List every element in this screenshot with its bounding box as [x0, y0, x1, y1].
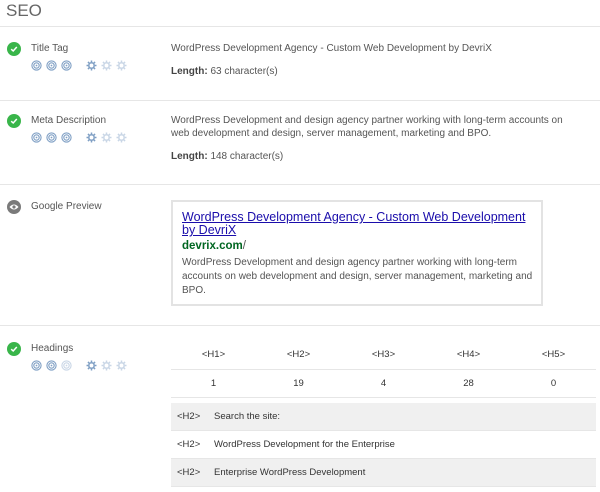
target-icon — [61, 60, 72, 71]
count-h1: 1 — [171, 369, 256, 398]
target-icon — [61, 360, 72, 371]
length-value: 148 character(s) — [210, 151, 284, 162]
headings-count-row: 1 19 4 28 0 — [171, 369, 596, 398]
check-circle-icon — [7, 114, 21, 128]
list-item: <H2> Enterprise WordPress Development — [171, 459, 596, 487]
count-h2: 19 — [256, 369, 341, 398]
meta-description-label: Meta Description — [31, 115, 107, 126]
column-header-h4: <H4> — [426, 341, 511, 370]
preview-url-domain: devrix.com — [182, 240, 243, 252]
heading-tag: <H2> — [177, 439, 201, 450]
column-header-h5: <H5> — [511, 341, 596, 370]
title-tag-label: Title Tag — [31, 43, 69, 54]
gear-icon — [116, 60, 127, 71]
gear-icon — [101, 132, 112, 143]
meta-description-length: Length: 148 character(s) — [171, 151, 283, 162]
list-item: <H2> WordPress Development for the Enter… — [171, 431, 596, 459]
column-header-h3: <H3> — [341, 341, 426, 370]
google-preview-label: Google Preview — [31, 201, 102, 212]
headings-rating — [31, 360, 131, 371]
check-circle-icon — [7, 342, 21, 356]
headings-count-table: <H1> <H2> <H3> <H4> <H5> 1 19 4 28 0 — [171, 341, 596, 398]
preview-title-link[interactable]: WordPress Development Agency - Custom We… — [182, 211, 534, 237]
target-icon — [31, 132, 42, 143]
headings-list: <H2> Search the site: <H2> WordPress Dev… — [171, 403, 596, 487]
title-tag-rating — [31, 60, 131, 71]
eye-icon — [7, 200, 21, 214]
preview-url-path: / — [242, 240, 246, 252]
gear-icon — [86, 60, 97, 71]
heading-tag: <H2> — [177, 411, 201, 422]
title-tag-value: WordPress Development Agency - Custom We… — [171, 43, 492, 54]
meta-description-rating — [31, 132, 131, 143]
headings-label: Headings — [31, 343, 74, 354]
section-title: SEO — [6, 1, 42, 20]
title-tag-length: Length: 63 character(s) — [171, 66, 278, 77]
gear-icon — [101, 60, 112, 71]
preview-url: devrix.com/ — [182, 240, 246, 252]
heading-text: Search the site: — [214, 411, 281, 422]
target-icon — [46, 60, 57, 71]
seo-section-header: SEO — [0, 0, 600, 27]
gear-icon — [101, 360, 112, 371]
check-circle-icon — [7, 42, 21, 56]
length-label: Length: — [171, 66, 208, 77]
length-value: 63 character(s) — [210, 66, 278, 77]
meta-description-row: Meta Description WordPress Development a… — [0, 101, 600, 185]
heading-tag: <H2> — [177, 467, 201, 478]
meta-description-value: WordPress Development and design agency … — [171, 115, 563, 139]
target-icon — [46, 132, 57, 143]
gear-icon — [116, 132, 127, 143]
count-h5: 0 — [511, 369, 596, 398]
google-preview-card: WordPress Development Agency - Custom We… — [171, 200, 543, 306]
heading-text: Enterprise WordPress Development — [214, 467, 366, 478]
target-icon — [46, 360, 57, 371]
column-header-h1: <H1> — [171, 341, 256, 370]
gear-icon — [86, 360, 97, 371]
preview-description: WordPress Development and design agency … — [182, 257, 533, 296]
headings-header-row: <H1> <H2> <H3> <H4> <H5> — [171, 341, 596, 370]
gear-icon — [116, 360, 127, 371]
target-icon — [31, 60, 42, 71]
gear-icon — [86, 132, 97, 143]
count-h3: 4 — [341, 369, 426, 398]
target-icon — [61, 132, 72, 143]
count-h4: 28 — [426, 369, 511, 398]
title-tag-row: Title Tag WordPress Development Agency -… — [0, 27, 600, 101]
length-label: Length: — [171, 151, 208, 162]
heading-text: WordPress Development for the Enterprise — [214, 439, 395, 450]
target-icon — [31, 360, 42, 371]
list-item: <H2> Search the site: — [171, 403, 596, 431]
column-header-h2: <H2> — [256, 341, 341, 370]
